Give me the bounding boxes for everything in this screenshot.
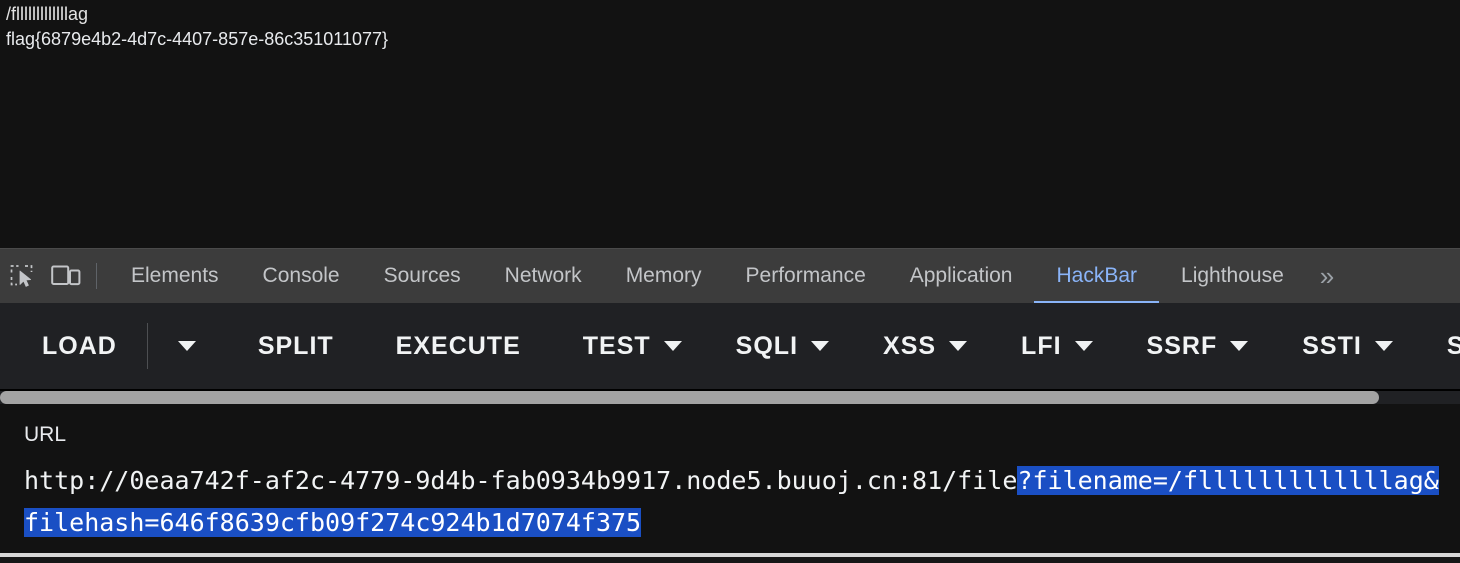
- caret-down-icon: [1230, 341, 1249, 351]
- horizontal-scrollbar[interactable]: [0, 391, 1460, 404]
- url-field-label: URL: [24, 423, 67, 446]
- test-menu-button[interactable]: TEST: [583, 326, 682, 367]
- tab-label: Elements: [131, 264, 219, 287]
- load-button[interactable]: LOAD: [42, 326, 117, 367]
- device-toolbar-icon[interactable]: [44, 249, 88, 303]
- page-output-region: /flllllllllllllag flag{6879e4b2-4d7c-440…: [0, 0, 1460, 248]
- ssrf-menu-button[interactable]: SSRF: [1147, 326, 1249, 367]
- tab-label: HackBar: [1056, 264, 1138, 287]
- more-tabs-icon[interactable]: »: [1306, 249, 1344, 303]
- caret-down-icon: [663, 341, 682, 351]
- tab-performance[interactable]: Performance: [724, 249, 888, 303]
- tab-lighthouse[interactable]: Lighthouse: [1159, 249, 1306, 303]
- test-button-label: TEST: [582, 331, 651, 360]
- overflow-menu-button[interactable]: S: [1447, 326, 1460, 367]
- load-dropdown-button[interactable]: [177, 335, 196, 357]
- lfi-menu-button[interactable]: LFI: [1021, 326, 1093, 367]
- load-button-label: LOAD: [42, 331, 117, 360]
- tab-network[interactable]: Network: [483, 249, 604, 303]
- load-divider: [146, 323, 148, 369]
- sqli-menu-button[interactable]: SQLI: [735, 326, 830, 367]
- url-input[interactable]: http://0eaa742f-af2c-4779-9d4b-fab0934b9…: [24, 460, 1452, 544]
- execute-button[interactable]: EXECUTE: [396, 326, 521, 367]
- tab-label: Sources: [383, 264, 461, 287]
- xss-menu-button[interactable]: XSS: [883, 326, 968, 367]
- tab-application[interactable]: Application: [888, 249, 1035, 303]
- ssti-menu-button[interactable]: SSTI: [1302, 326, 1393, 367]
- tab-memory[interactable]: Memory: [604, 249, 724, 303]
- toolbar-divider: [96, 263, 97, 289]
- tab-console[interactable]: Console: [241, 249, 362, 303]
- tab-elements[interactable]: Elements: [109, 249, 241, 303]
- tab-label: Performance: [745, 264, 866, 287]
- tab-label: Application: [909, 264, 1013, 287]
- split-button[interactable]: SPLIT: [258, 326, 334, 367]
- tab-label: Lighthouse: [1181, 264, 1284, 287]
- tab-sources[interactable]: Sources: [362, 249, 483, 303]
- xss-button-label: XSS: [883, 331, 937, 360]
- execute-button-label: EXECUTE: [395, 331, 521, 360]
- url-panel: URL http://0eaa742f-af2c-4779-9d4b-fab09…: [0, 404, 1460, 553]
- output-line-flag: flag{6879e4b2-4d7c-4407-857e-86c35101107…: [6, 29, 389, 49]
- bottom-edge: [0, 557, 1460, 563]
- caret-down-icon: [811, 341, 830, 351]
- devtools-tab-bar: Elements Console Sources Network Memory …: [0, 248, 1460, 303]
- tab-label: Console: [262, 264, 340, 287]
- ssti-button-label: SSTI: [1302, 331, 1362, 360]
- caret-down-icon: [1374, 341, 1393, 351]
- url-text-unselected: http://0eaa742f-af2c-4779-9d4b-fab0934b9…: [24, 466, 1018, 495]
- inspect-element-icon[interactable]: [0, 249, 44, 303]
- hackbar-toolbar: LOAD SPLIT EXECUTE TEST SQLI XSS LFI SSR…: [0, 303, 1460, 389]
- caret-down-icon: [177, 341, 196, 351]
- lfi-button-label: LFI: [1021, 331, 1062, 360]
- tab-label: Network: [504, 264, 582, 287]
- tab-label: Memory: [625, 264, 702, 287]
- devtools-hackbar-screen: /flllllllllllllag flag{6879e4b2-4d7c-440…: [0, 0, 1460, 563]
- split-button-label: SPLIT: [257, 331, 334, 360]
- caret-down-icon: [949, 341, 968, 351]
- ssrf-button-label: SSRF: [1146, 331, 1218, 360]
- output-line-filename: /flllllllllllllag: [6, 4, 89, 24]
- caret-down-icon: [1074, 341, 1093, 351]
- scrollbar-thumb[interactable]: [0, 391, 1379, 404]
- overflow-button-label: S: [1446, 331, 1460, 360]
- sqli-button-label: SQLI: [735, 331, 799, 360]
- tab-hackbar[interactable]: HackBar: [1034, 249, 1159, 303]
